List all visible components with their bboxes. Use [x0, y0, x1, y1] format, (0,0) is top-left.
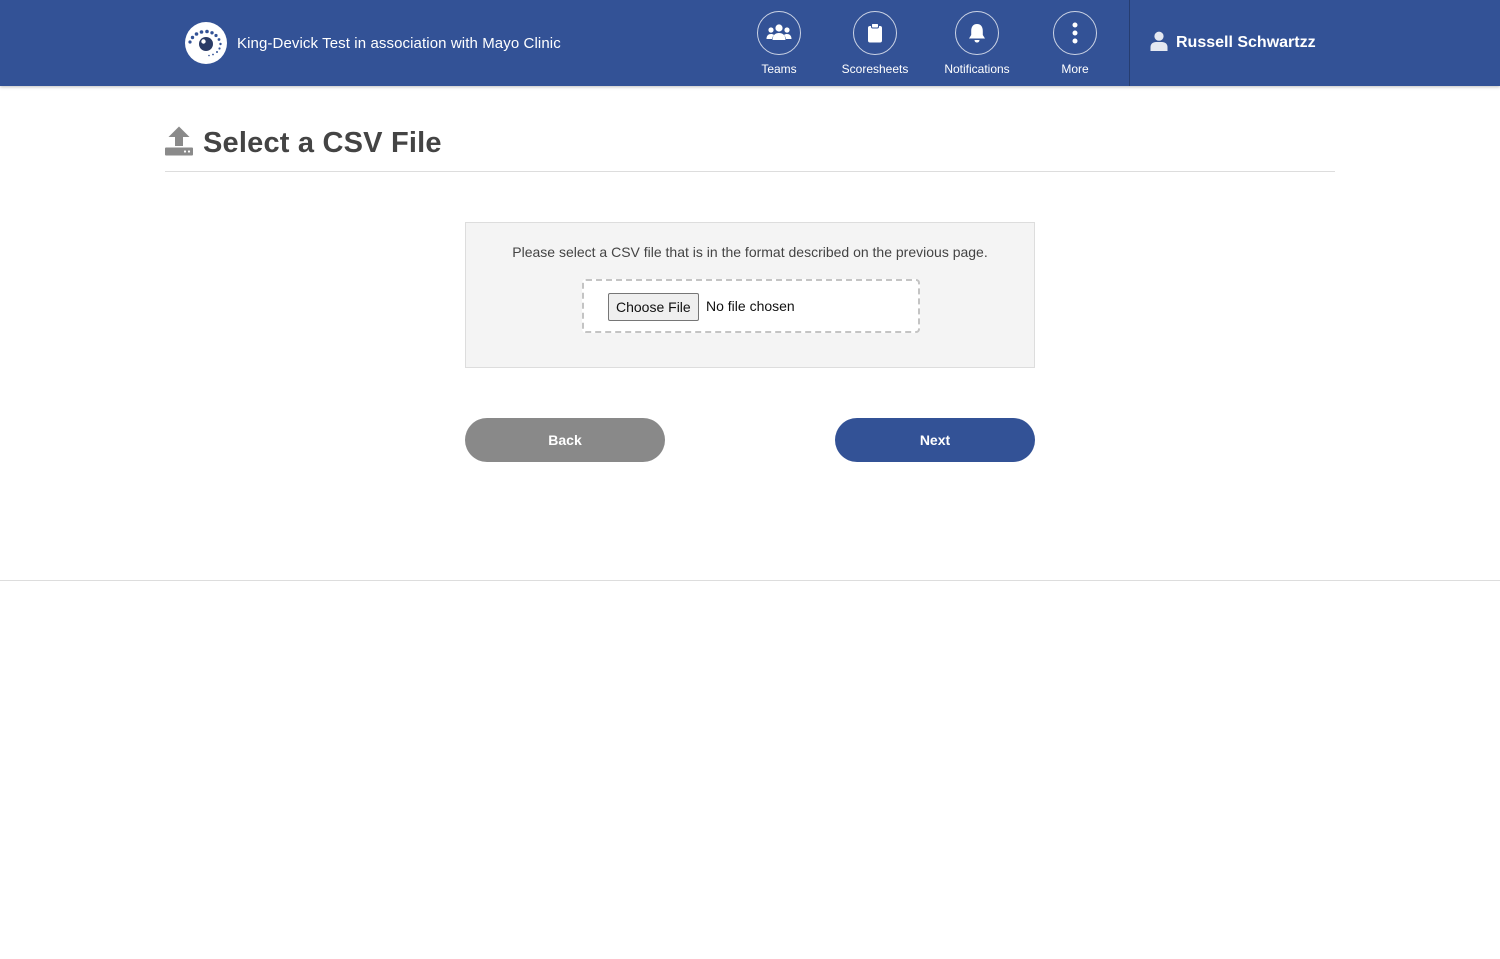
title-divider [165, 171, 1335, 172]
nav-label: Notifications [944, 62, 1010, 76]
page-title: Select a CSV File [203, 126, 442, 159]
nav-item-teams[interactable]: Teams [734, 11, 824, 77]
clipboard-icon [853, 11, 897, 55]
user-name: Russell Schwartzz [1176, 34, 1316, 51]
file-dropzone[interactable]: Choose File No file chosen [582, 279, 920, 333]
brand[interactable]: King-Devick Test in association with May… [185, 22, 561, 64]
brand-name: King-Devick Test in association with May… [237, 34, 561, 52]
upload-panel: Please select a CSV file that is in the … [465, 222, 1035, 368]
users-icon [757, 11, 801, 55]
nav-label: Teams [761, 62, 797, 76]
top-navigation-bar: King-Devick Test in association with May… [0, 0, 1500, 86]
nav-label: More [1061, 62, 1089, 76]
page-title-row: Select a CSV File [165, 124, 442, 162]
nav-item-notifications[interactable]: Notifications [932, 11, 1022, 77]
back-button[interactable]: Back [465, 418, 665, 462]
next-button[interactable]: Next [835, 418, 1035, 462]
choose-file-button[interactable]: Choose File [608, 293, 699, 321]
footer-divider [0, 580, 1500, 581]
user-icon [1150, 31, 1168, 56]
header-divider [1129, 0, 1130, 86]
eye-logo-icon [185, 22, 227, 64]
nav-label: Scoresheets [841, 62, 909, 76]
nav-item-more[interactable]: More [1030, 11, 1120, 77]
file-status: No file chosen [706, 298, 795, 314]
upload-instructions: Please select a CSV file that is in the … [512, 244, 988, 260]
upload-icon [165, 126, 193, 161]
bell-icon [955, 11, 999, 55]
more-vertical-icon [1053, 11, 1097, 55]
nav-item-scoresheets[interactable]: Scoresheets [830, 11, 920, 77]
user-menu[interactable]: Russell Schwartzz [1150, 30, 1316, 56]
